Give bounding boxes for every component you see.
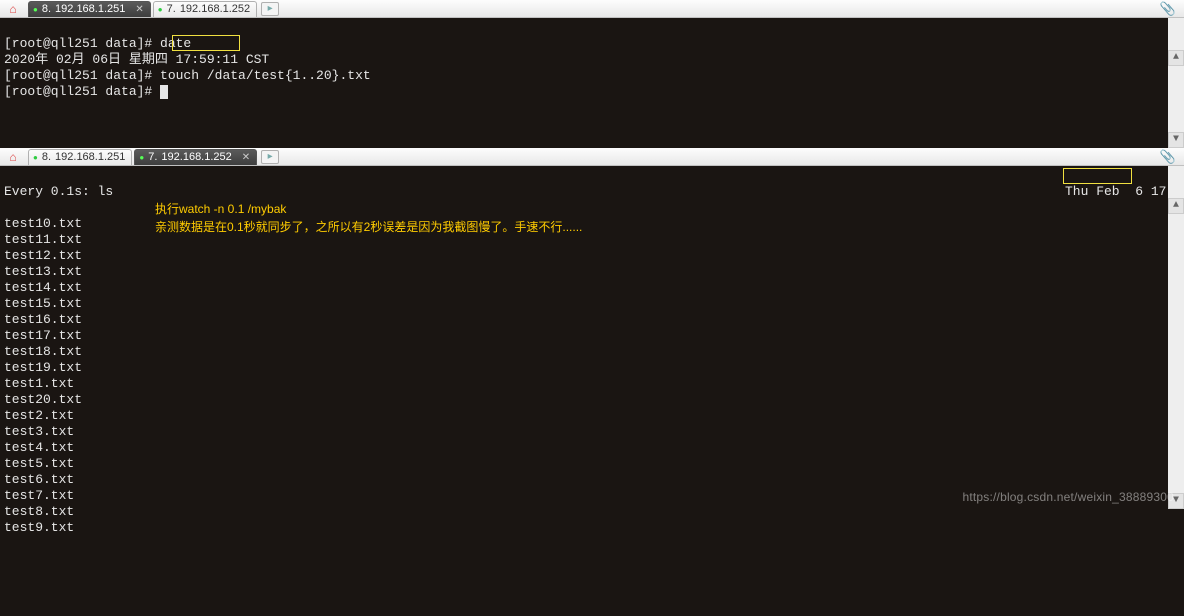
close-icon[interactable]: ✕ [242, 152, 250, 163]
scrollbar[interactable]: ▲ ▼ [1168, 18, 1184, 148]
annotation-line-1: 执行watch -n 0.1 /mybak [155, 200, 582, 218]
bottom-terminal[interactable]: Every 0.1s: ls Thu Feb 6 17:59:13 2020 t… [0, 166, 1184, 509]
top-tab-bar: ⌂ ● 8. 192.168.1.251 ✕ ● 7. 192.168.1.25… [0, 0, 1184, 18]
tab-bot-0[interactable]: ● 8. 192.168.1.251 [28, 149, 132, 165]
terminal-cursor [160, 85, 168, 99]
home-icon: ⌂ [9, 150, 16, 164]
home-icon: ⌂ [9, 2, 16, 16]
watch-header-left: Every 0.1s: ls [4, 184, 113, 199]
tab-index: 7. [167, 3, 176, 15]
date-output: 2020年 02月 06日 星期四 17:59:11 CST [4, 52, 269, 67]
status-dot-icon: ● [158, 5, 163, 14]
tab-ip: 192.168.1.251 [55, 3, 125, 15]
status-dot-icon: ● [33, 153, 38, 162]
attachment-icon[interactable]: 📎 [1160, 1, 1182, 17]
tab-top-0[interactable]: ● 8. 192.168.1.251 ✕ [28, 1, 151, 17]
highlight-box-bottom [1063, 168, 1132, 184]
cmd-date: date [160, 36, 191, 51]
scroll-up-icon[interactable]: ▲ [1168, 50, 1184, 66]
tab-ip: 192.168.1.252 [161, 151, 231, 163]
status-dot-icon: ● [139, 153, 144, 162]
new-tab-button[interactable]: ▸ [261, 150, 279, 164]
annotation-overlay: 执行watch -n 0.1 /mybak 亲测数据是在0.1秒就同步了，之所以… [155, 200, 582, 236]
prompt: [root@qll251 data]# [4, 68, 160, 83]
tab-index: 8. [42, 3, 51, 15]
cmd-touch: touch /data/test{1..20}.txt [160, 68, 371, 83]
new-tab-button[interactable]: ▸ [261, 2, 279, 16]
top-terminal[interactable]: [root@qll251 data]# date 2020年 02月 06日 星… [0, 18, 1184, 148]
home-button[interactable]: ⌂ [2, 149, 24, 165]
tab-index: 8. [42, 151, 51, 163]
tab-index: 7. [148, 151, 157, 163]
tab-bot-1[interactable]: ● 7. 192.168.1.252 ✕ [134, 149, 257, 165]
prompt: [root@qll251 data]# [4, 84, 160, 99]
scroll-down-icon[interactable]: ▼ [1168, 493, 1184, 509]
bottom-tab-bar: ⌂ ● 8. 192.168.1.251 ● 7. 192.168.1.252 … [0, 148, 1184, 166]
scroll-up-icon[interactable]: ▲ [1168, 198, 1184, 214]
scroll-down-icon[interactable]: ▼ [1168, 132, 1184, 148]
home-button[interactable]: ⌂ [2, 1, 24, 17]
scrollbar[interactable]: ▲ ▼ [1168, 166, 1184, 509]
watch-header-date-pre: Thu Feb 6 [1065, 184, 1151, 199]
close-icon[interactable]: ✕ [135, 4, 143, 15]
tab-ip: 192.168.1.251 [55, 151, 125, 163]
tab-ip: 192.168.1.252 [180, 3, 250, 15]
bottom-pane: ⌂ ● 8. 192.168.1.251 ● 7. 192.168.1.252 … [0, 148, 1184, 509]
attachment-icon[interactable]: 📎 [1160, 149, 1182, 165]
status-dot-icon: ● [33, 5, 38, 14]
file-list: test10.txt test11.txt test12.txt test13.… [4, 216, 82, 535]
tab-top-1[interactable]: ● 7. 192.168.1.252 [153, 1, 257, 17]
top-pane: ⌂ ● 8. 192.168.1.251 ✕ ● 7. 192.168.1.25… [0, 0, 1184, 148]
prompt: [root@qll251 data]# [4, 36, 160, 51]
watermark: https://blog.csdn.net/weixin_38889300 [962, 489, 1174, 505]
annotation-line-2: 亲测数据是在0.1秒就同步了，之所以有2秒误差是因为我截图慢了。手速不行....… [155, 218, 582, 236]
